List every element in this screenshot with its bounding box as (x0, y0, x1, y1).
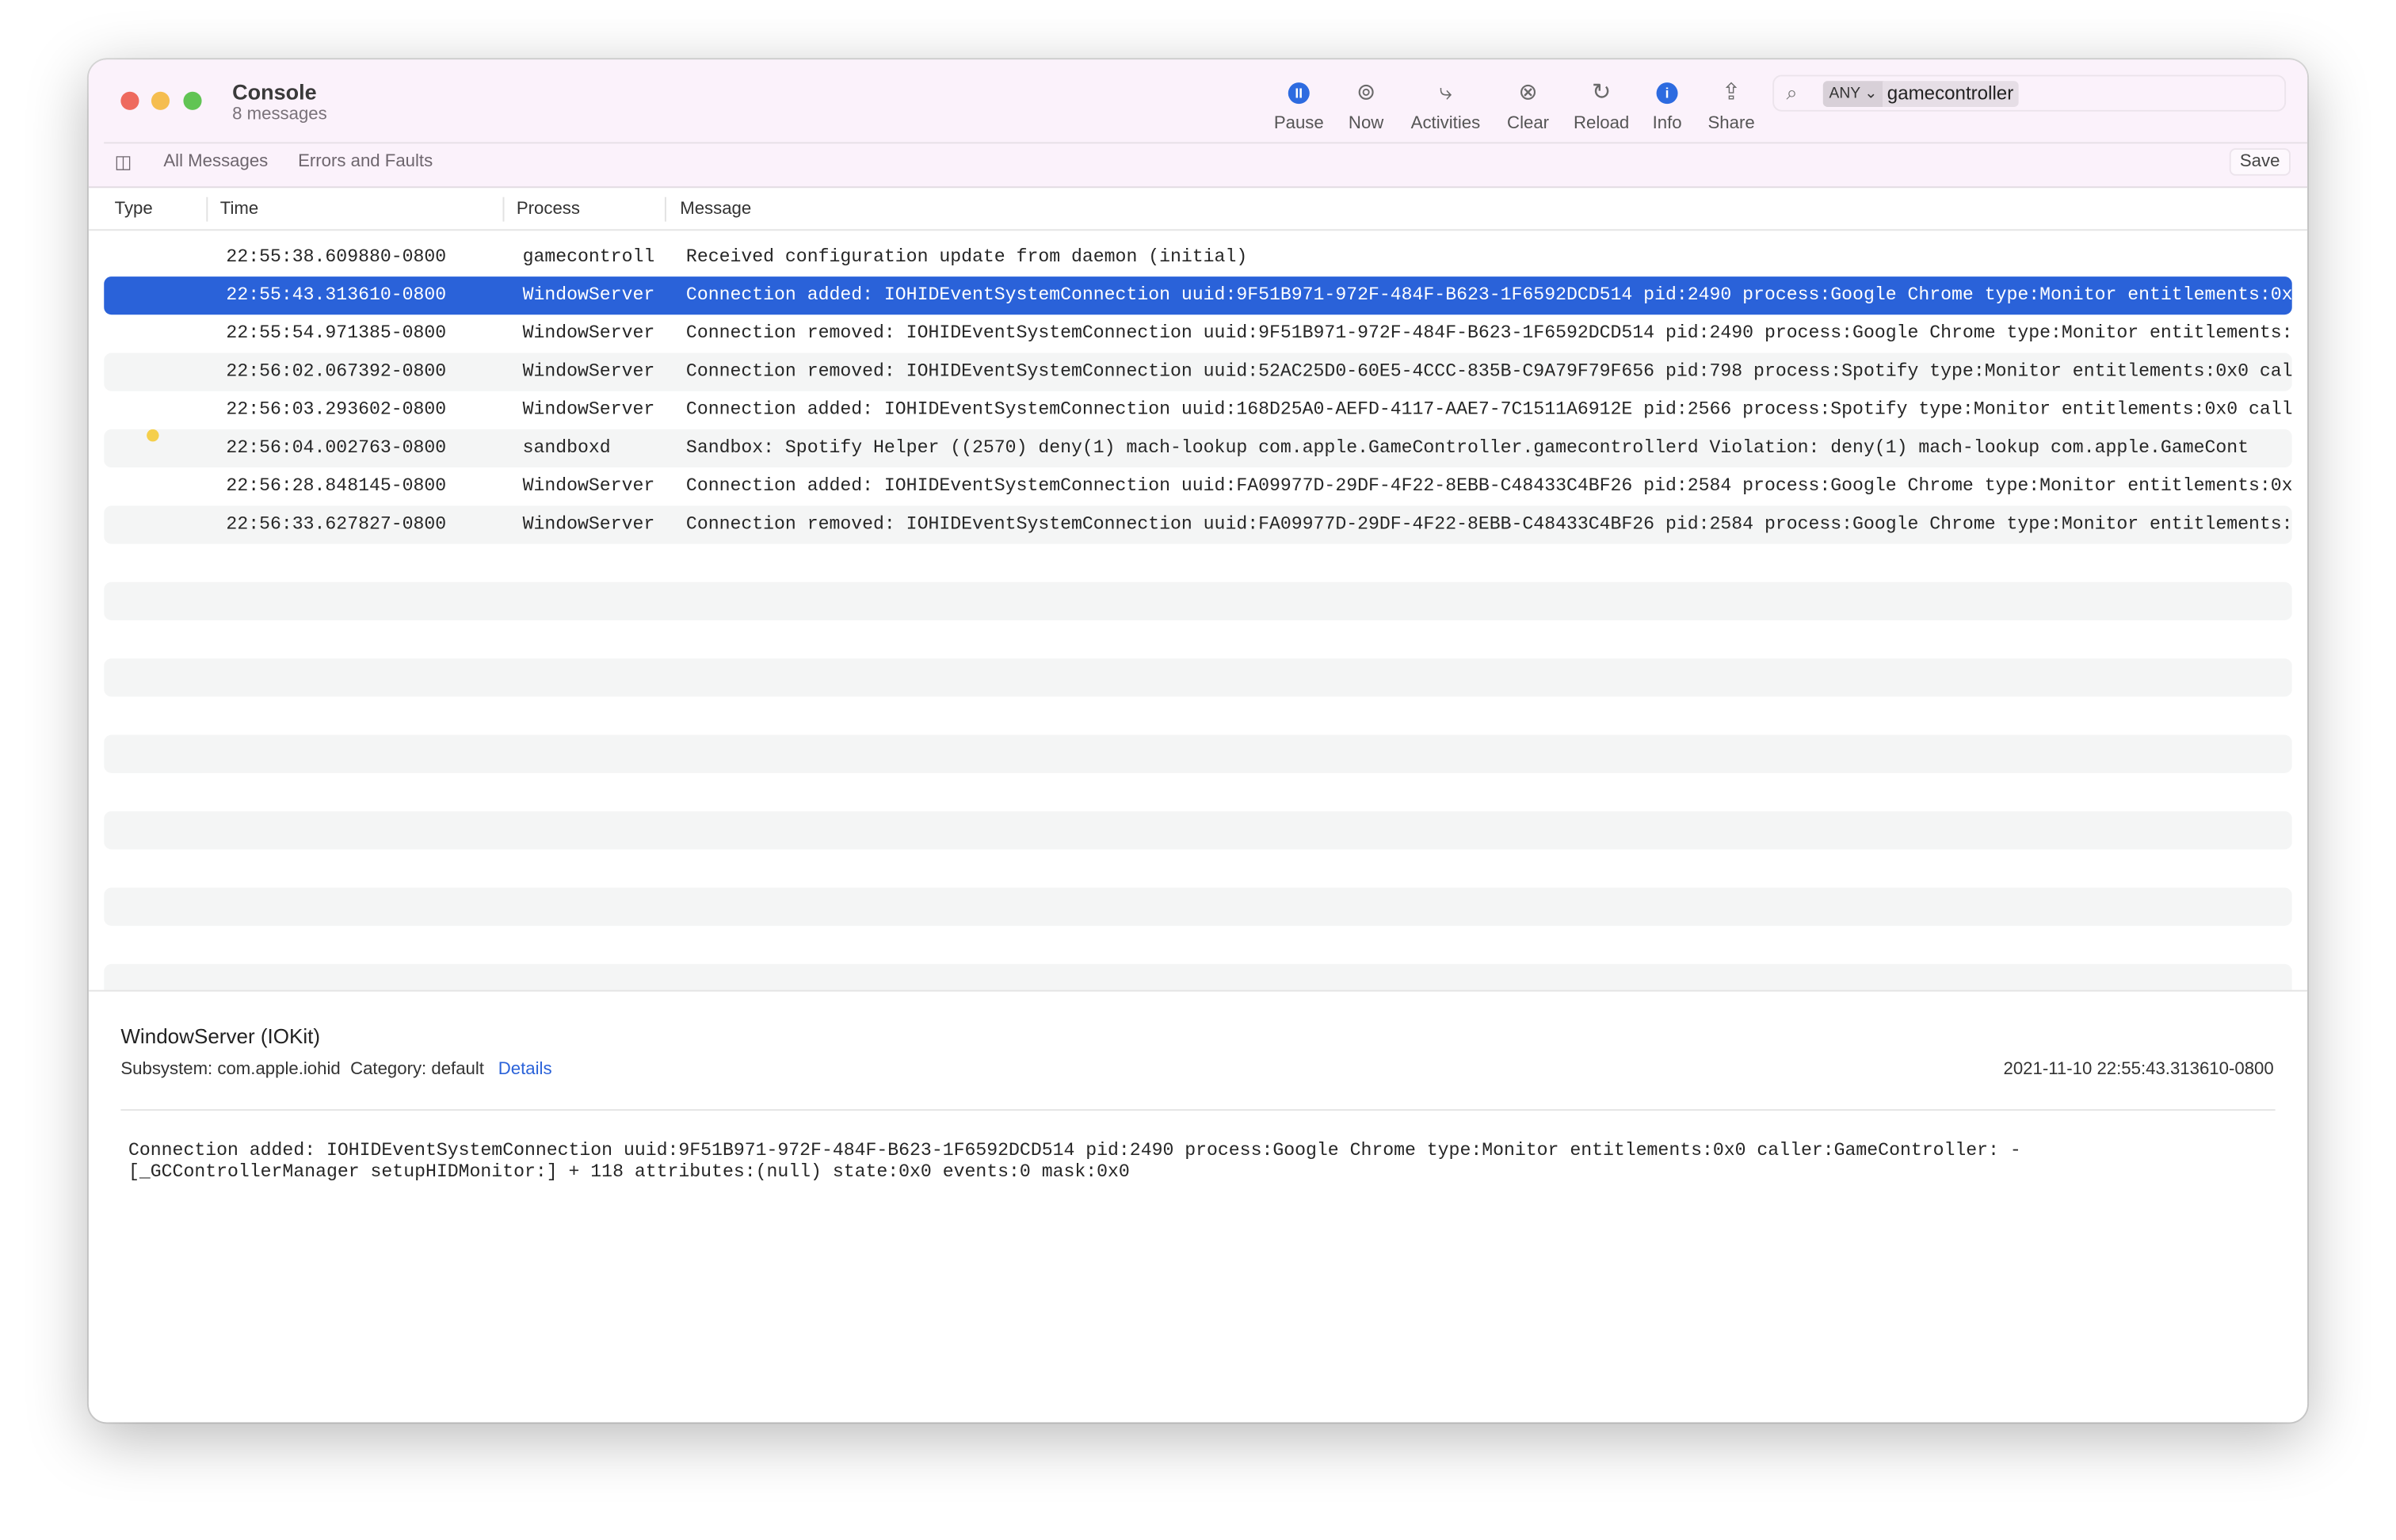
pause-circle-icon: II (1269, 78, 1330, 111)
arrow-up-left-circle-icon: ⊚ (1356, 79, 1376, 106)
details-link[interactable]: Details (498, 1060, 552, 1078)
column-process[interactable]: Process (517, 200, 580, 219)
share-button[interactable]: ⇪ Share (1700, 78, 1764, 132)
row-message: Connection added: IOHIDEventSystemConnec… (685, 475, 2292, 497)
table-row[interactable]: 22:56:03.293602-0800 WindowServer Connecti… (104, 391, 2292, 429)
row-message: Connection removed: IOHIDEventSystemConn… (685, 513, 2292, 535)
divider (104, 142, 2308, 144)
console-window: Console 8 messages II Pause ⊚ Now ⤷ Activit… (88, 59, 2308, 1423)
reload-icon: ↻ (1591, 79, 1612, 106)
error-type-icon (147, 429, 159, 442)
pause-button[interactable]: II Pause (1269, 78, 1330, 133)
activities-button[interactable]: ⤷ Activities (1402, 78, 1488, 132)
row-message: Sandbox: Spotify Helper ((2570) deny(1) … (685, 436, 2249, 459)
close-button[interactable] (120, 91, 139, 110)
column-message[interactable]: Message (680, 200, 751, 219)
titlebar: Console 8 messages II Pause ⊚ Now ⤷ Activit… (88, 59, 2308, 189)
row-time: 22:56:28.848145-0800 (226, 475, 447, 497)
save-button[interactable]: Save (2229, 148, 2291, 176)
table-row[interactable]: 22:56:04.002763-0800 sandboxd Sandbox: Spo… (104, 429, 2292, 468)
empty-row (104, 658, 2292, 697)
table-row[interactable]: 22:56:33.627827-0800 WindowServer Connecti… (104, 505, 2292, 544)
now-button[interactable]: ⊚ Now (1338, 78, 1393, 132)
table-row[interactable]: 22:55:38.609880-0800 gamecontroll Received… (104, 238, 2292, 276)
row-message: Received configuration update from daemo… (685, 246, 1248, 268)
clear-button[interactable]: ⊗ Clear (1498, 78, 1559, 132)
detail-timestamp: 2021-11-10 22:55:43.313610-0800 (2003, 1060, 2274, 1079)
row-process: sandboxd (522, 436, 611, 459)
empty-row (104, 849, 2292, 887)
row-message: Connection removed: IOHIDEventSystemConn… (685, 322, 2292, 344)
message-count: 8 messages (232, 105, 327, 124)
filter-all-messages[interactable]: All Messages (163, 153, 268, 171)
x-circle-icon: ⊗ (1518, 79, 1538, 106)
row-process: WindowServer (522, 360, 655, 383)
row-process: WindowServer (522, 284, 655, 306)
minimize-button[interactable] (151, 91, 170, 110)
table-row[interactable]: 22:55:43.313610-0800 WindowServer Connecti… (104, 276, 2292, 315)
row-time: 22:56:04.002763-0800 (226, 436, 447, 459)
log-table: 22:55:38.609880-0800 gamecontroll Received… (104, 238, 2292, 990)
row-process: WindowServer (522, 322, 655, 344)
divider (120, 1109, 2276, 1111)
share-icon: ⇪ (1721, 79, 1742, 106)
empty-row (104, 963, 2292, 990)
detail-subsystem: Subsystem: com.apple.iohid (120, 1060, 341, 1079)
reload-button[interactable]: ↻ Reload (1565, 78, 1639, 132)
detail-message: Connection added: IOHIDEventSystemConnec… (128, 1139, 2021, 1183)
empty-row (104, 734, 2292, 773)
info-button[interactable]: i Info (1644, 78, 1690, 133)
row-time: 22:56:02.067392-0800 (226, 360, 447, 383)
row-time: 22:55:43.313610-0800 (226, 284, 447, 306)
detail-title: WindowServer (IOKit) (120, 1025, 321, 1048)
table-row[interactable]: 22:56:28.848145-0800 WindowServer Connecti… (104, 467, 2292, 505)
empty-row (104, 620, 2292, 658)
row-process: WindowServer (522, 475, 655, 497)
column-time[interactable]: Time (220, 200, 258, 219)
search-scope-dropdown[interactable]: ANY ⌄ (1822, 81, 1884, 107)
detail-category: Category: default (350, 1060, 484, 1079)
empty-row (104, 926, 2292, 964)
table-row[interactable]: 22:55:54.971385-0800 WindowServer Connecti… (104, 314, 2292, 353)
row-time: 22:56:03.293602-0800 (226, 398, 447, 421)
info-circle-icon: i (1644, 78, 1690, 111)
row-message: Connection removed: IOHIDEventSystemConn… (685, 360, 2292, 383)
zoom-button[interactable] (183, 91, 202, 110)
row-time: 22:55:38.609880-0800 (226, 246, 447, 268)
row-message: Connection added: IOHIDEventSystemConnec… (685, 398, 2292, 421)
search-token[interactable]: gamecontroller (1882, 81, 2019, 107)
search-icon: ⌕ (1786, 81, 1798, 105)
sidebar-toggle-icon[interactable]: ◫ (115, 151, 132, 173)
pane-divider[interactable] (88, 989, 2308, 992)
empty-row (104, 811, 2292, 850)
search-field[interactable]: ⌕ ANY ⌄ gamecontroller (1772, 74, 2287, 112)
row-message: Connection added: IOHIDEventSystemConnec… (685, 284, 2292, 306)
column-header: Type Time Process Message (88, 188, 2308, 231)
row-process: WindowServer (522, 513, 655, 535)
row-process: gamecontroll (522, 246, 655, 268)
activities-icon: ⤷ (1439, 79, 1452, 106)
filter-errors-and-faults[interactable]: Errors and Faults (298, 153, 433, 171)
empty-row (104, 581, 2292, 620)
detail-meta: Subsystem: com.apple.iohid Category: def… (120, 1060, 551, 1078)
row-process: WindowServer (522, 398, 655, 421)
window-title: Console (232, 79, 317, 105)
empty-row (104, 773, 2292, 811)
table-row[interactable]: 22:56:02.067392-0800 WindowServer Connecti… (104, 353, 2292, 391)
row-time: 22:56:33.627827-0800 (226, 513, 447, 535)
row-time: 22:55:54.971385-0800 (226, 322, 447, 344)
empty-row (104, 887, 2292, 926)
empty-row (104, 544, 2292, 582)
column-type[interactable]: Type (115, 200, 153, 219)
empty-row (104, 696, 2292, 734)
